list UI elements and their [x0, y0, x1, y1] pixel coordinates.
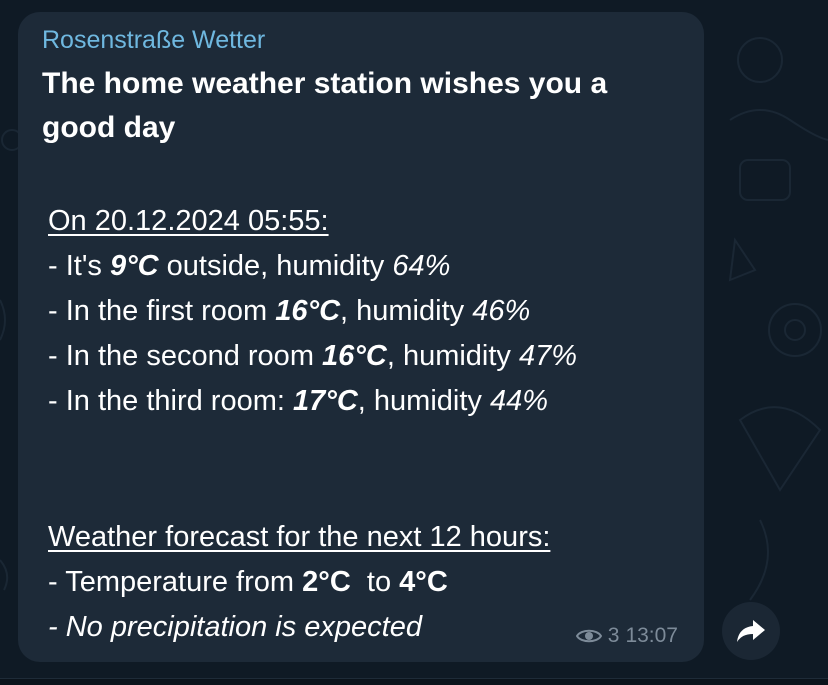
- channel-message-bubble[interactable]: Rosenstraße Wetter The home weather stat…: [18, 12, 704, 662]
- outside-humidity: 64%: [392, 250, 451, 282]
- message-meta: 3 13:07: [575, 624, 678, 648]
- forecast-low-temperature: 2°C: [302, 566, 351, 598]
- message-time: 13:07: [625, 624, 678, 647]
- room1-temperature: 16°C: [275, 295, 341, 327]
- report-date-line: On 20.12.2024 05:55:: [48, 205, 329, 237]
- share-button[interactable]: [722, 602, 780, 660]
- room2-prefix: - In the second room: [48, 340, 323, 372]
- room1-reading-line: - In the first room 16°C, humidity 46%: [48, 292, 530, 330]
- room3-humidity: 44%: [489, 385, 549, 417]
- room2-middle: , humidity: [386, 340, 519, 372]
- share-arrow-icon: [737, 620, 765, 642]
- room1-prefix: - In the first room: [48, 295, 276, 327]
- forecast-high-temperature: 4°C: [399, 566, 448, 598]
- outside-middle: outside, humidity: [158, 250, 393, 282]
- forecast-temperature-line: - Temperature from 2°C to 4°C: [48, 563, 448, 601]
- forecast-prefix: - Temperature from: [48, 566, 303, 598]
- room3-middle: , humidity: [357, 385, 490, 417]
- view-count: 3: [607, 624, 620, 647]
- forecast-middle: to: [350, 566, 400, 598]
- room3-temperature: 17°C: [293, 385, 358, 417]
- room1-humidity: 46%: [472, 295, 531, 327]
- outside-prefix: - It's: [48, 250, 110, 282]
- forecast-precipitation-line: - No precipitation is expected: [48, 611, 422, 643]
- room3-reading-line: - In the third room: 17°C, humidity 44%: [48, 382, 548, 420]
- message-headline: The home weather station wishes you a go…: [42, 67, 608, 144]
- room2-reading-line: - In the second room 16°C, humidity 47%: [48, 337, 577, 375]
- eye-icon: [575, 629, 602, 643]
- forecast-heading: Weather forecast for the next 12 hours:: [48, 521, 551, 553]
- room1-middle: , humidity: [340, 295, 473, 327]
- room3-prefix: - In the third room:: [48, 385, 293, 417]
- channel-name[interactable]: Rosenstraße Wetter: [42, 26, 265, 55]
- room2-temperature: 16°C: [322, 340, 387, 372]
- outside-temperature: 9°C: [109, 250, 159, 282]
- outside-reading-line: - It's 9°C outside, humidity 64%: [48, 247, 450, 285]
- room2-humidity: 47%: [519, 340, 578, 372]
